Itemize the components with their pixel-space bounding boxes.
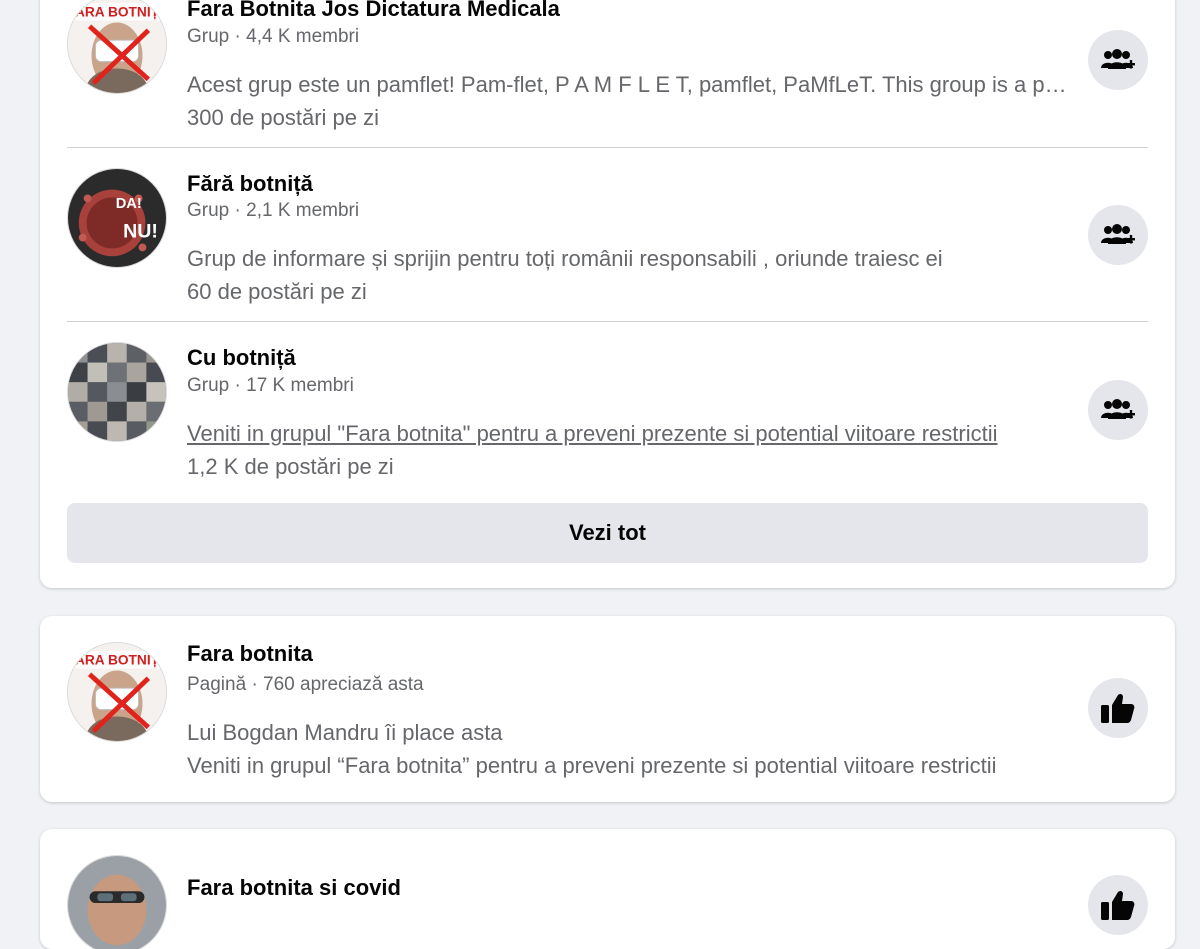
- group-description: Grup de informare și sprijin pentru toți…: [187, 246, 943, 271]
- see-all-button[interactable]: Vezi tot: [67, 503, 1148, 563]
- group-avatar[interactable]: ARA BOTNIȚ: [67, 0, 167, 94]
- like-icon: [1101, 890, 1135, 920]
- group-title[interactable]: Cu botniță: [187, 345, 296, 371]
- svg-text:ARA BOTNIȚ: ARA BOTNIȚ: [75, 5, 160, 20]
- join-group-icon: [1101, 399, 1135, 419]
- group-meta: Grup · 17 K membri: [187, 375, 354, 396]
- group-description: Acest grup este un pamflet! Pam-flet, P …: [187, 72, 1067, 97]
- group-meta: Grup · 4,4 K membri: [187, 26, 360, 47]
- join-group-button[interactable]: [1088, 30, 1148, 90]
- like-page-button[interactable]: [1088, 875, 1148, 935]
- page-result-card[interactable]: ARA BOTNIȚ Fara botnita Pagină · 760 apr…: [40, 616, 1175, 802]
- like-icon: [1101, 693, 1135, 723]
- group-avatar[interactable]: DA! NU!: [67, 168, 167, 268]
- group-meta: Grup · 2,1 K membri: [187, 200, 360, 221]
- svg-text:NU!: NU!: [123, 221, 158, 243]
- page-avatar[interactable]: ARA BOTNIȚ: [67, 642, 167, 742]
- svg-text:ARA BOTNIȚ: ARA BOTNIȚ: [75, 653, 160, 668]
- mask-protest-avatar-image: ARA BOTNIȚ: [68, 0, 166, 93]
- group-result-row[interactable]: ARA BOTNIȚ Fara Botnita Jos Dictatura Me…: [67, 0, 1148, 148]
- group-activity: 60 de postări pe zi: [187, 279, 367, 304]
- group-description[interactable]: Veniti in grupul "Fara botnita" pentru a…: [187, 421, 1067, 447]
- group-activity: 300 de postări pe zi: [187, 105, 380, 130]
- page-social-context: Lui Bogdan Mandru îi place asta: [187, 720, 503, 745]
- group-title[interactable]: Fără botniță: [187, 171, 313, 197]
- svg-text:DA!: DA!: [116, 196, 142, 212]
- like-page-button[interactable]: [1088, 678, 1148, 738]
- group-activity: 1,2 K de postări pe zi: [187, 454, 394, 479]
- page-title[interactable]: Fara botnita: [187, 641, 313, 667]
- page-result-card[interactable]: Fara botnita si covid: [40, 829, 1175, 949]
- join-group-button[interactable]: [1088, 205, 1148, 265]
- join-group-icon: [1101, 224, 1135, 244]
- join-group-button[interactable]: [1088, 380, 1148, 440]
- page-avatar[interactable]: [67, 855, 167, 949]
- groups-results-card: ARA BOTNIȚ Fara Botnita Jos Dictatura Me…: [40, 0, 1175, 588]
- join-group-icon: [1101, 49, 1135, 69]
- page-meta: Pagină · 760 apreciază asta: [187, 674, 424, 695]
- group-avatar[interactable]: [67, 342, 167, 442]
- page-description: Veniti in grupul “Fara botnita” pentru a…: [187, 753, 997, 778]
- page-title[interactable]: Fara botnita si covid: [187, 875, 401, 901]
- group-title[interactable]: Fara Botnita Jos Dictatura Medicala: [187, 0, 560, 22]
- virus-graphic-avatar-image: DA! NU!: [68, 169, 166, 267]
- photo-collage-avatar-image: [68, 343, 166, 441]
- result-divider: [67, 321, 1148, 322]
- person-avatar-image: [68, 856, 166, 949]
- mask-protest-avatar-image: ARA BOTNIȚ: [68, 643, 166, 741]
